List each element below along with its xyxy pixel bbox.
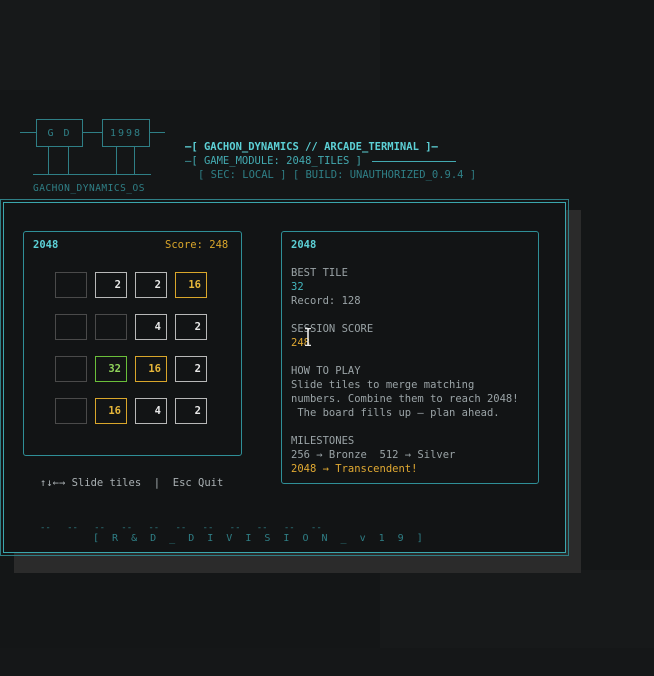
board-tile <box>55 272 87 298</box>
logo-gd-box: G D <box>36 119 83 147</box>
security-build-info: [ SEC: LOCAL ] [ BUILD: UNAUTHORIZED_0.9… <box>198 169 477 181</box>
logo-connector <box>68 146 69 174</box>
logo-connector <box>116 146 117 174</box>
board-tile: 2 <box>95 272 127 298</box>
board-tile: 16 <box>95 398 127 424</box>
game-title: 2048 <box>33 239 59 251</box>
game-module-label: —[ GAME_MODULE: 2048_TILES ] <box>185 155 363 167</box>
board-tile: 16 <box>135 356 167 382</box>
best-tile-value: 32 <box>291 281 304 293</box>
how-to-play-line: Slide tiles to merge matching <box>291 379 475 391</box>
text-cursor-icon <box>305 328 311 346</box>
board-tile: 16 <box>175 272 207 298</box>
board-tile: 4 <box>135 398 167 424</box>
board-tile: 2 <box>175 398 207 424</box>
bg-taskbar <box>0 648 654 676</box>
terminal-title: —[ GACHON_DYNAMICS // ARCADE_TERMINAL ]— <box>185 141 438 153</box>
milestones-line: 2048 → Transcendent! <box>291 463 418 475</box>
session-score-label: SESSION SCORE <box>291 323 374 335</box>
board-tile: 32 <box>95 356 127 382</box>
board-tile <box>55 356 87 382</box>
logo-year-box: 1998 <box>102 119 150 147</box>
info-title: 2048 <box>291 239 317 251</box>
score-display: Score: 248 <box>165 239 229 251</box>
division-label: [ R & D _ D I V I S I O N _ v 1 9 ] <box>93 533 427 544</box>
milestones-line: 256 → Bronze 512 → Silver <box>291 449 456 461</box>
board-tile: 2 <box>175 356 207 382</box>
module-rule <box>372 161 456 162</box>
footer-dashes: -- -- -- -- -- -- -- -- -- -- -- <box>40 523 322 533</box>
board-tile <box>95 314 127 340</box>
logo-connector <box>134 146 135 174</box>
board-tile <box>55 398 87 424</box>
logo-connector <box>149 132 165 133</box>
screen: G D 1998 GACHON_DYNAMICS_OS —[ GACHON_DY… <box>0 0 654 676</box>
how-to-play-line: numbers. Combine them to reach 2048! <box>291 393 519 405</box>
bg-window-top <box>0 0 380 90</box>
record-value: Record: 128 <box>291 295 361 307</box>
logo-year-text: 1998 <box>109 127 143 139</box>
logo-connector <box>48 146 49 174</box>
board-tile: 4 <box>135 314 167 340</box>
logo-connector <box>33 174 151 175</box>
logo-caption: GACHON_DYNAMICS_OS <box>33 183 145 194</box>
best-tile-label: BEST TILE <box>291 267 348 279</box>
board-tile: 2 <box>175 314 207 340</box>
board-tile: 2 <box>135 272 167 298</box>
board-tile <box>55 314 87 340</box>
logo-gd-text: G D <box>47 127 72 139</box>
logo-connector <box>20 132 36 133</box>
how-to-play-line: The board fills up — plan ahead. <box>291 407 500 419</box>
controls-hint: ↑↓←→ Slide tiles | Esc Quit <box>40 477 224 489</box>
logo-connector <box>82 132 102 133</box>
how-to-play-label: HOW TO PLAY <box>291 365 361 377</box>
milestones-label: MILESTONES <box>291 435 355 447</box>
